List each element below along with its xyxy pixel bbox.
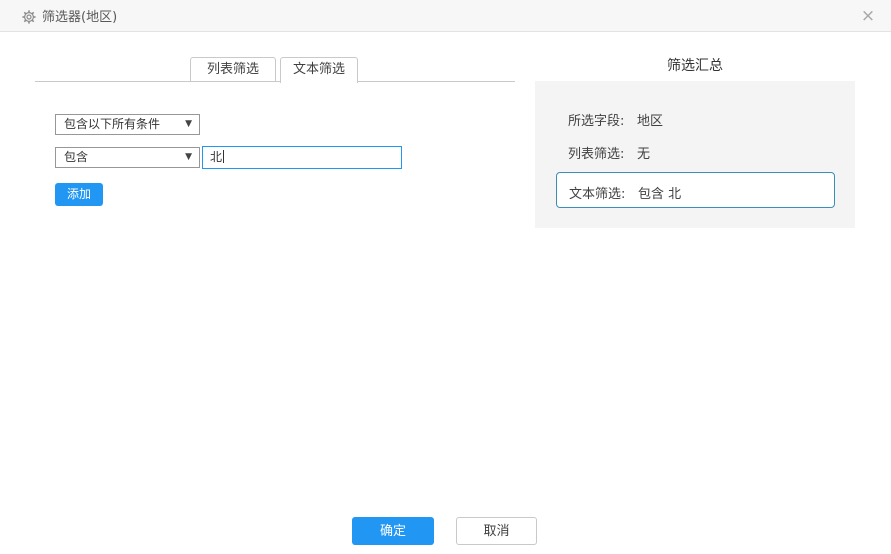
- chevron-down-icon: ▼: [185, 148, 192, 167]
- dialog-title: 筛选器(地区): [42, 6, 117, 25]
- condition-text-input[interactable]: 北: [202, 146, 402, 169]
- summary-value: 包含 北: [638, 183, 681, 202]
- summary-panel: 所选字段: 地区 列表筛选: 无 文本筛选: 包含 北: [535, 81, 855, 228]
- tab-list-filter[interactable]: 列表筛选: [190, 57, 276, 82]
- gear-icon: [22, 9, 36, 23]
- filter-dialog: 筛选器(地区) × 列表筛选 文本筛选 包含以下所有条件 ▼ 包含 ▼ 北 添加…: [0, 0, 891, 554]
- cancel-button[interactable]: 取消: [456, 517, 537, 545]
- summary-row-list-filter: 列表筛选: 无: [568, 143, 624, 162]
- summary-value: 无: [637, 143, 650, 162]
- summary-label: 列表筛选:: [568, 147, 624, 162]
- tab-text-filter[interactable]: 文本筛选: [280, 57, 358, 83]
- logic-dropdown[interactable]: 包含以下所有条件 ▼: [55, 114, 200, 135]
- logic-dropdown-value: 包含以下所有条件: [64, 117, 160, 131]
- operator-dropdown[interactable]: 包含 ▼: [55, 147, 200, 168]
- summary-row-text-filter: 文本筛选: 包含 北: [569, 183, 625, 202]
- close-icon[interactable]: ×: [857, 5, 879, 27]
- chevron-down-icon: ▼: [185, 115, 192, 134]
- add-condition-button[interactable]: 添加: [55, 183, 103, 206]
- text-caret: [223, 150, 224, 163]
- ok-button[interactable]: 确定: [352, 517, 434, 545]
- summary-label: 所选字段:: [568, 114, 624, 129]
- summary-row-field: 所选字段: 地区: [568, 110, 624, 129]
- summary-row-text-filter-highlight: 文本筛选: 包含 北: [556, 172, 835, 208]
- tab-underline: [35, 81, 515, 82]
- summary-title: 筛选汇总: [535, 55, 855, 75]
- operator-dropdown-value: 包含: [64, 150, 88, 164]
- summary-value: 地区: [637, 110, 663, 129]
- summary-label: 文本筛选:: [569, 187, 625, 202]
- dialog-titlebar: 筛选器(地区) ×: [0, 0, 891, 32]
- condition-text-value: 北: [210, 150, 222, 164]
